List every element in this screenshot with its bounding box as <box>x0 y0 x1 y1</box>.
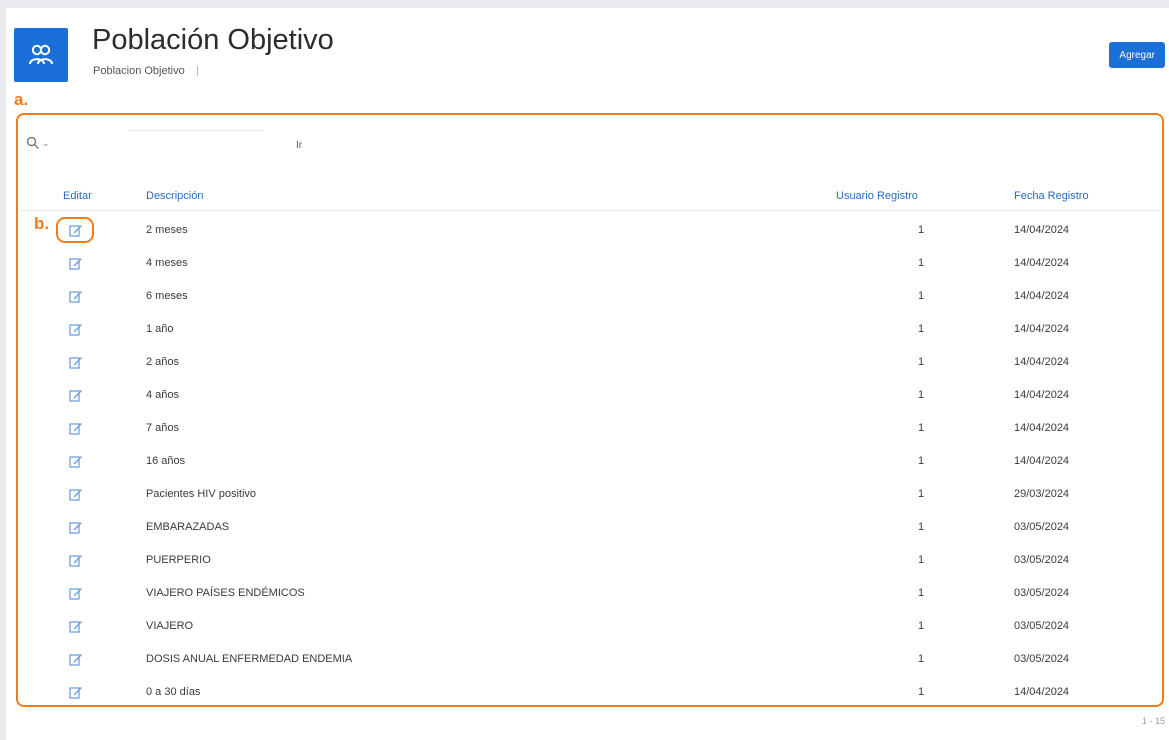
cell-usuario-registro: 1 <box>918 488 925 500</box>
edit-icon[interactable] <box>69 421 83 435</box>
edit-icon-highlight <box>56 217 94 243</box>
cell-fecha-registro: 14/04/2024 <box>1014 257 1070 269</box>
header-divider <box>20 210 1160 211</box>
cell-fecha-registro: 14/04/2024 <box>1014 422 1070 434</box>
edit-icon[interactable] <box>69 355 83 369</box>
cell-fecha-registro: 14/04/2024 <box>1014 356 1070 368</box>
users-icon <box>29 44 53 65</box>
cell-descripcion: DOSIS ANUAL ENFERMEDAD ENDEMIA <box>146 653 353 665</box>
table-row: 7 años 1 14/04/2024 <box>20 412 1160 445</box>
table-row: VIAJERO PAÍSES ENDÉMICOS 1 03/05/2024 <box>20 577 1160 610</box>
edit-icon[interactable] <box>69 256 83 270</box>
table-row: 4 meses 1 14/04/2024 <box>20 247 1160 280</box>
cell-usuario-registro: 1 <box>918 356 925 368</box>
cell-descripcion: Pacientes HIV positivo <box>146 488 257 500</box>
column-header-fecha-registro[interactable]: Fecha Registro <box>1014 190 1089 202</box>
table-row: VIAJERO 1 03/05/2024 <box>20 610 1160 643</box>
cell-usuario-registro: 1 <box>918 521 925 533</box>
search-icon[interactable] <box>26 136 40 150</box>
cell-descripcion: 4 años <box>146 389 180 401</box>
table-row: 2 meses 1 14/04/2024 <box>20 214 1160 247</box>
column-header-descripcion[interactable]: Descripción <box>146 190 203 202</box>
cell-usuario-registro: 1 <box>918 290 925 302</box>
table-row: 2 años 1 14/04/2024 <box>20 346 1160 379</box>
cell-fecha-registro: 29/03/2024 <box>1014 488 1070 500</box>
cell-descripcion: 2 años <box>146 356 180 368</box>
add-button[interactable]: Agregar <box>1109 42 1165 68</box>
cell-usuario-registro: 1 <box>918 323 925 335</box>
table-row: PUERPERIO 1 03/05/2024 <box>20 544 1160 577</box>
cell-descripcion: 0 a 30 días <box>146 686 201 698</box>
edit-icon[interactable] <box>69 388 83 402</box>
search-menu[interactable]: ⌄ <box>26 136 50 150</box>
cell-fecha-registro: 03/05/2024 <box>1014 521 1070 533</box>
cell-usuario-registro: 1 <box>918 554 925 566</box>
cell-descripcion: 16 años <box>146 455 186 467</box>
table-row: DOSIS ANUAL ENFERMEDAD ENDEMIA 1 03/05/202… <box>20 643 1160 676</box>
cell-descripcion: VIAJERO PAÍSES ENDÉMICOS <box>146 587 305 599</box>
table-row: EMBARAZADAS 1 03/05/2024 <box>20 511 1160 544</box>
cell-usuario-registro: 1 <box>918 455 925 467</box>
table-row: 4 años 1 14/04/2024 <box>20 379 1160 412</box>
cell-fecha-registro: 03/05/2024 <box>1014 554 1070 566</box>
cell-descripcion: 4 meses <box>146 257 188 269</box>
cell-usuario-registro: 1 <box>918 686 925 698</box>
edit-icon[interactable] <box>69 553 83 567</box>
cell-descripcion: 2 meses <box>146 224 188 236</box>
cell-usuario-registro: 1 <box>918 224 925 236</box>
cell-descripcion: 6 meses <box>146 290 188 302</box>
cell-fecha-registro: 14/04/2024 <box>1014 290 1070 302</box>
cell-usuario-registro: 1 <box>918 653 925 665</box>
cell-usuario-registro: 1 <box>918 620 925 632</box>
edit-icon[interactable] <box>69 652 83 666</box>
chevron-down-icon[interactable]: ⌄ <box>42 138 50 149</box>
cell-fecha-registro: 14/04/2024 <box>1014 389 1070 401</box>
cell-fecha-registro: 14/04/2024 <box>1014 224 1070 236</box>
cell-fecha-registro: 03/05/2024 <box>1014 587 1070 599</box>
cell-descripcion: 7 años <box>146 422 180 434</box>
go-button[interactable]: Ir <box>296 140 302 151</box>
cell-fecha-registro: 03/05/2024 <box>1014 620 1070 632</box>
column-header-usuario-registro[interactable]: Usuario Registro <box>836 190 918 202</box>
edit-icon[interactable] <box>69 454 83 468</box>
cell-descripcion: 1 año <box>146 323 174 335</box>
cell-fecha-registro: 14/04/2024 <box>1014 686 1070 698</box>
cell-fecha-registro: 03/05/2024 <box>1014 653 1070 665</box>
annotation-marker-a: a. <box>14 90 29 109</box>
cell-descripcion: VIAJERO <box>146 620 194 632</box>
edit-icon[interactable] <box>69 289 83 303</box>
cell-usuario-registro: 1 <box>918 389 925 401</box>
cell-usuario-registro: 1 <box>918 587 925 599</box>
breadcrumb: Poblacion Objetivo <box>93 65 198 77</box>
cell-usuario-registro: 1 <box>918 257 925 269</box>
edit-icon[interactable] <box>69 586 83 600</box>
edit-icon[interactable] <box>69 487 83 501</box>
cell-descripcion: PUERPERIO <box>146 554 211 566</box>
cell-fecha-registro: 14/04/2024 <box>1014 455 1070 467</box>
table-row: Pacientes HIV positivo 1 29/03/2024 <box>20 478 1160 511</box>
cell-fecha-registro: 14/04/2024 <box>1014 323 1070 335</box>
edit-icon[interactable] <box>69 520 83 534</box>
edit-icon[interactable] <box>69 619 83 633</box>
edit-icon[interactable] <box>69 685 83 699</box>
edit-icon[interactable] <box>69 322 83 336</box>
search-input[interactable] <box>128 130 264 153</box>
table-row: 0 a 30 días 1 14/04/2024 <box>20 676 1160 709</box>
cell-descripcion: EMBARAZADAS <box>146 521 230 533</box>
page-title: Población Objetivo <box>92 24 334 56</box>
breadcrumb-divider <box>196 66 198 77</box>
cell-usuario-registro: 1 <box>918 422 925 434</box>
breadcrumb-current[interactable]: Poblacion Objetivo <box>93 65 185 77</box>
table-row: 6 meses 1 14/04/2024 <box>20 280 1160 313</box>
column-header-editar: Editar <box>63 190 92 202</box>
table-row: 16 años 1 14/04/2024 <box>20 445 1160 478</box>
app-icon <box>14 28 68 82</box>
table-row: 1 año 1 14/04/2024 <box>20 313 1160 346</box>
pagination-info: 1 - 15 <box>1141 716 1165 726</box>
annotation-marker-b: b. <box>34 214 50 233</box>
